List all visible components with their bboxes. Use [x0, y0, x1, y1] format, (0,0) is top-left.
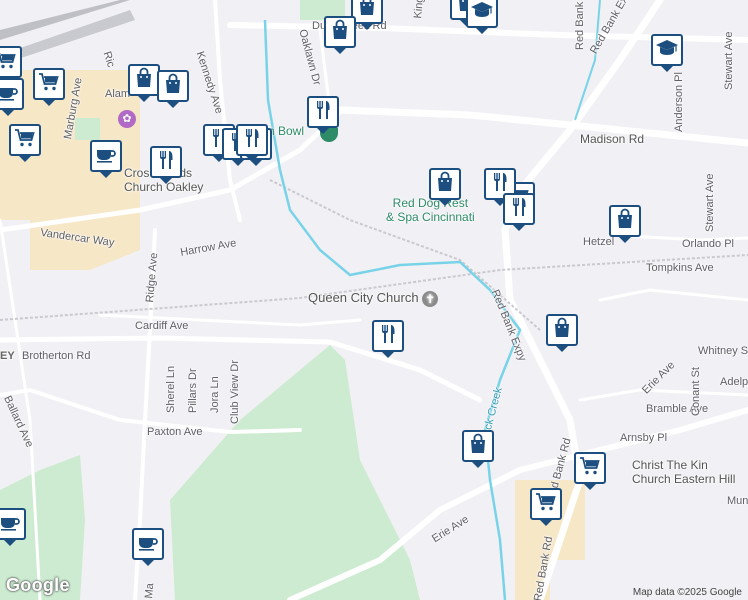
shopping-bag-icon — [355, 0, 379, 23]
cafe-marker[interactable] — [132, 528, 164, 566]
street-label: Cardiff Ave — [135, 320, 189, 332]
fork-knife-icon — [376, 322, 400, 351]
fork-knife-icon — [240, 126, 264, 155]
shopping-bag-marker[interactable] — [462, 430, 494, 468]
coffee-cup-icon — [136, 530, 160, 559]
shopping-bag-marker[interactable] — [324, 16, 356, 54]
street-label: Brotherton Rd — [22, 350, 91, 362]
graduation-cap-icon — [470, 0, 494, 27]
shopping-bag-marker[interactable] — [546, 314, 578, 352]
school-marker[interactable] — [466, 0, 498, 34]
street-label: Red Bank — [574, 1, 586, 50]
graduation-cap-icon — [655, 36, 679, 65]
street-label: Stewart Ave — [704, 173, 716, 233]
church-icon: ✝ — [422, 290, 439, 307]
map-canvas[interactable]: Madison Rd Red Bank Expy Red Bank Expy R… — [0, 0, 748, 600]
place-label-bowl[interactable]: n Bowl — [268, 124, 304, 138]
street-label: Whitney St — [698, 345, 748, 357]
street-label: Club View Dr — [229, 360, 241, 424]
street-label: Mun — [727, 495, 748, 507]
cart-marker[interactable] — [33, 68, 65, 106]
shopping-bag-marker[interactable] — [128, 64, 160, 102]
shopping-bag-icon — [466, 432, 490, 461]
cart-icon — [13, 126, 37, 155]
map-attribution[interactable]: Map data ©2025 Google — [633, 587, 742, 598]
street-label: Conant St — [690, 367, 702, 416]
google-logo[interactable]: Google — [6, 575, 70, 596]
street-label: Arnsby Pl — [620, 432, 668, 444]
coffee-cup-icon — [0, 510, 22, 539]
street-label: King — [412, 0, 426, 20]
street-label: Anderson Pl — [673, 72, 685, 132]
cart-marker[interactable] — [0, 46, 22, 84]
fork-knife-icon — [311, 98, 335, 127]
cart-marker[interactable] — [9, 124, 41, 162]
area-label: EY — [0, 350, 15, 362]
shopping-bag-marker[interactable] — [429, 168, 461, 206]
coffee-cup-icon — [0, 80, 20, 109]
shopping-bag-icon — [328, 18, 352, 47]
shopping-bag-marker[interactable] — [609, 205, 641, 243]
street-label: Adelp — [720, 376, 748, 388]
place-label-christ-the-king[interactable]: Christ The Kin Church Eastern Hill — [632, 458, 735, 486]
shopping-bag-icon — [433, 170, 457, 199]
shopping-bag-icon — [550, 316, 574, 345]
cafe-marker[interactable] — [0, 508, 26, 546]
cart-marker[interactable] — [530, 488, 562, 526]
place-label-red-dog[interactable]: Red Dog Rest & Spa Cincinnati — [386, 196, 475, 224]
cafe-marker[interactable] — [90, 140, 122, 178]
fork-knife-icon — [154, 148, 178, 177]
street-label: Madison Rd — [580, 132, 645, 146]
cart-icon — [37, 70, 61, 99]
shopping-bag-marker[interactable] — [157, 70, 189, 108]
shopping-bag-icon — [161, 72, 185, 101]
cart-icon — [0, 48, 18, 77]
street-label: Alam — [105, 88, 131, 100]
street-label: Paxton Ave — [147, 426, 203, 438]
cart-marker[interactable] — [574, 452, 606, 490]
shopping-bag-icon — [613, 207, 637, 236]
restaurant-marker[interactable] — [503, 193, 535, 231]
cafe-marker[interactable] — [0, 78, 24, 116]
street-label: Tompkins Ave — [646, 262, 714, 274]
street-label: Orlando Pl — [682, 238, 734, 250]
street-label: Pillars Dr — [187, 368, 199, 413]
cart-icon — [578, 454, 602, 483]
fork-knife-icon — [507, 195, 531, 224]
school-marker[interactable] — [651, 34, 683, 72]
place-dot-icon[interactable]: ✿ — [118, 110, 136, 128]
street-label: Sherel Ln — [165, 365, 177, 413]
restaurant-marker[interactable] — [150, 146, 182, 184]
place-label-queen-city-church[interactable]: Queen City Church ✝ — [308, 290, 439, 307]
restaurant-marker[interactable] — [372, 320, 404, 358]
cart-icon — [534, 490, 558, 519]
coffee-cup-icon — [94, 142, 118, 171]
restaurant-marker[interactable] — [236, 124, 268, 162]
street-label: Jora Ln — [209, 376, 221, 413]
street-label: Hetzel — [583, 236, 615, 248]
street-label: Stewart Ave — [723, 31, 735, 91]
street-label: Ma — [143, 582, 157, 600]
shopping-bag-icon — [132, 66, 156, 95]
restaurant-marker[interactable] — [307, 96, 339, 134]
